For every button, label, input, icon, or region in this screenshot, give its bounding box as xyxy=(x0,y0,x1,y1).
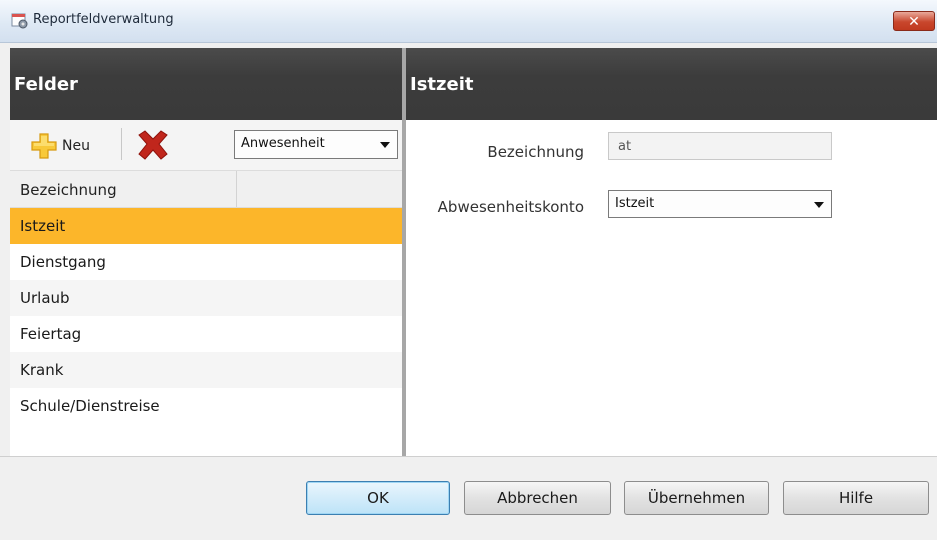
table-header: Bezeichnung xyxy=(10,170,402,208)
detail-panel-header: Istzeit xyxy=(406,48,937,120)
new-button-label: Neu xyxy=(62,138,90,154)
close-icon: ✕ xyxy=(908,14,920,30)
table-row[interactable]: Schule/Dienstreise xyxy=(10,388,402,424)
table-row[interactable]: Feiertag xyxy=(10,316,402,352)
chevron-down-icon xyxy=(814,202,824,208)
konto-label: Abwesenheitskonto xyxy=(437,198,584,216)
fields-toolbar: Neu Anwesenheit xyxy=(10,120,402,170)
row-label: Krank xyxy=(20,361,64,379)
delete-x-icon[interactable] xyxy=(135,129,171,161)
gear-document-icon xyxy=(11,13,28,29)
fields-panel-title: Felder xyxy=(14,74,78,95)
account-dropdown[interactable]: Istzeit xyxy=(608,190,832,218)
bezeichnung-field[interactable]: at xyxy=(608,132,832,160)
plus-icon xyxy=(31,133,57,159)
fields-panel-header: Felder xyxy=(10,48,402,120)
dialog-footer: OK Abbrechen Übernehmen Hilfe xyxy=(0,456,937,540)
row-label: Schule/Dienstreise xyxy=(20,397,160,415)
title-bar[interactable]: Reportfeldverwaltung ✕ xyxy=(0,0,937,43)
column-header-bezeichnung[interactable]: Bezeichnung xyxy=(10,171,237,207)
detail-panel-title: Istzeit xyxy=(410,74,474,95)
table-row[interactable]: Urlaub xyxy=(10,280,402,316)
account-dropdown-value: Istzeit xyxy=(615,196,655,211)
fields-table: Bezeichnung Istzeit Dienstgang Urlaub Fe… xyxy=(10,170,402,424)
cancel-button[interactable]: Abbrechen xyxy=(464,481,611,515)
row-label: Urlaub xyxy=(20,289,70,307)
fields-panel: Felder Neu Anwesenheit Bezeichnung Istze… xyxy=(10,48,402,456)
new-button[interactable]: Neu xyxy=(30,129,116,161)
table-row[interactable]: Krank xyxy=(10,352,402,388)
column-header-label: Bezeichnung xyxy=(20,181,117,199)
close-button[interactable]: ✕ xyxy=(893,11,935,31)
bezeichnung-value: at xyxy=(618,139,632,154)
window-title: Reportfeldverwaltung xyxy=(33,12,174,27)
category-dropdown-value: Anwesenheit xyxy=(241,136,325,151)
ok-button[interactable]: OK xyxy=(306,481,450,515)
row-label: Dienstgang xyxy=(20,253,106,271)
row-label: Feiertag xyxy=(20,325,82,343)
help-button[interactable]: Hilfe xyxy=(783,481,929,515)
report-field-dialog: Reportfeldverwaltung ✕ Felder Neu Anwese… xyxy=(0,0,937,540)
bezeichnung-label: Bezeichnung xyxy=(487,143,584,161)
table-row[interactable]: Istzeit xyxy=(10,208,402,244)
apply-button[interactable]: Übernehmen xyxy=(624,481,769,515)
table-row[interactable]: Dienstgang xyxy=(10,244,402,280)
toolbar-separator xyxy=(121,128,122,160)
row-label: Istzeit xyxy=(20,217,66,235)
detail-panel: Istzeit Bezeichnung at Abwesenheitskonto… xyxy=(406,48,937,456)
